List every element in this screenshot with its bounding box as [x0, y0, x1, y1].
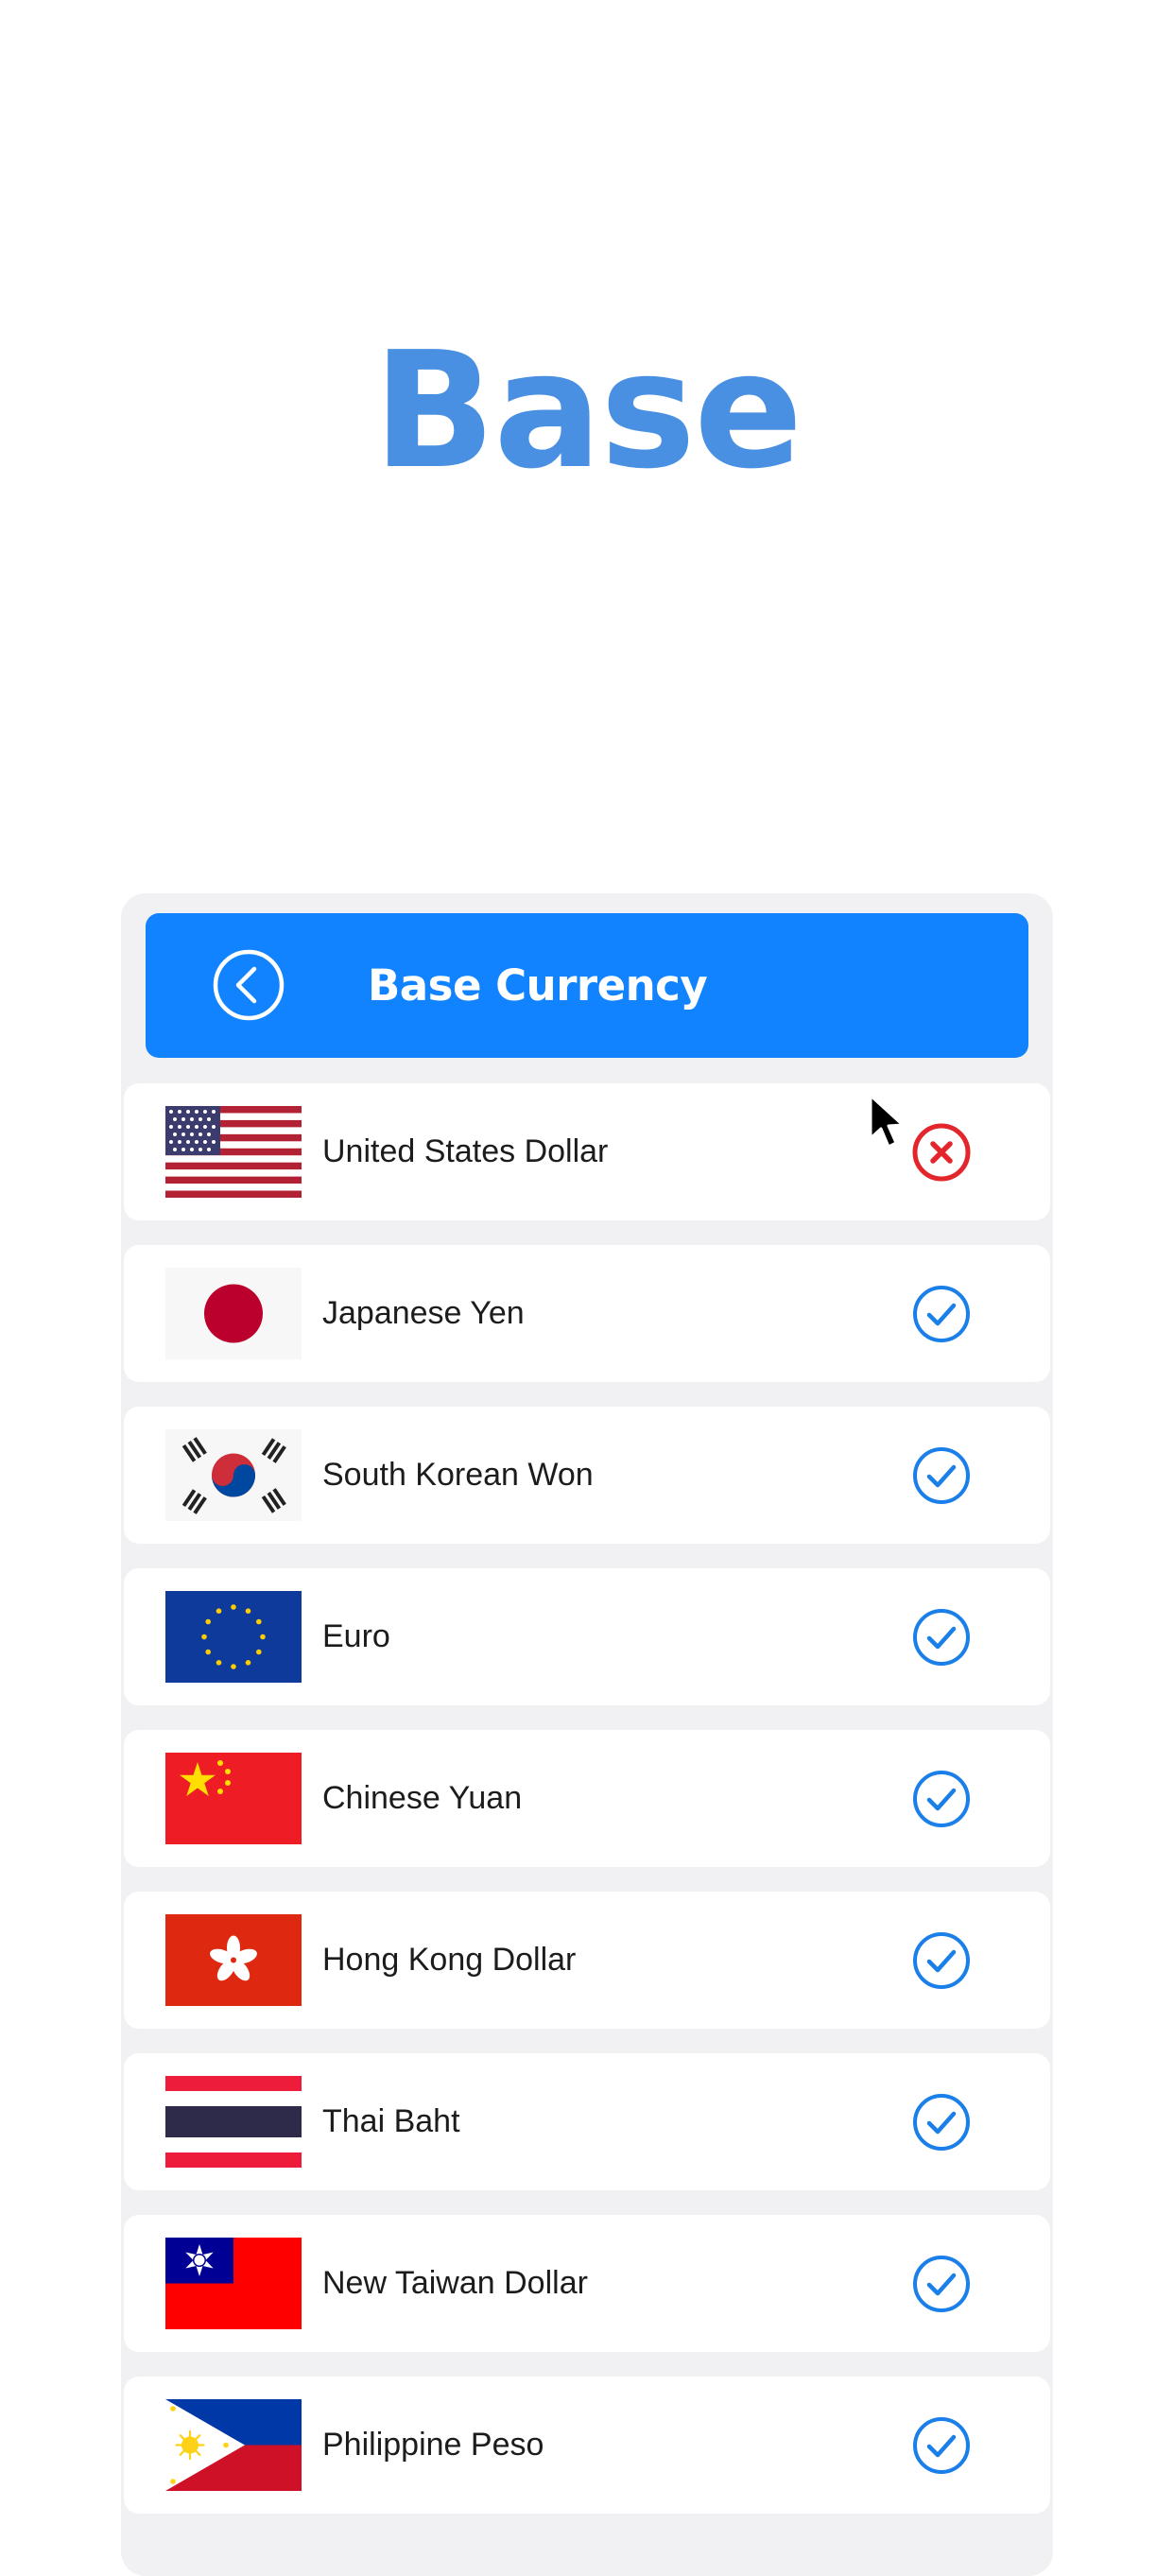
currency-row-cny[interactable]: Chinese Yuan [124, 1730, 1050, 1867]
selected-check[interactable] [911, 1607, 972, 1668]
nav-bar: Base Currency [146, 913, 1028, 1058]
currency-name: Philippine Peso [322, 2427, 544, 2463]
currency-row-hkd[interactable]: Hong Kong Dollar [124, 1892, 1050, 2029]
check-circle-icon [913, 1447, 970, 1504]
china-flag-icon [165, 1753, 302, 1844]
check-circle-icon [913, 1771, 970, 1827]
south-korea-flag-icon [165, 1429, 302, 1521]
selected-check[interactable] [911, 1769, 972, 1829]
back-button[interactable] [212, 948, 285, 1022]
currency-name: Euro [322, 1618, 390, 1654]
currency-row-usd[interactable]: United States Dollar [124, 1083, 1050, 1220]
selected-check[interactable] [911, 1284, 972, 1344]
currency-row-eur[interactable]: Euro [124, 1568, 1050, 1705]
remove-button[interactable] [911, 1122, 972, 1183]
currency-row-jpy[interactable]: Japanese Yen [124, 1245, 1050, 1382]
mouse-pointer-icon [868, 1093, 906, 1151]
philippines-flag-icon [165, 2399, 302, 2491]
thailand-flag-icon [165, 2076, 302, 2168]
currency-panel: Base Currency United States Dollar Japan… [121, 893, 1053, 2576]
currency-row-thb[interactable]: Thai Baht [124, 2053, 1050, 2190]
taiwan-flag-icon [165, 2238, 302, 2329]
hong-kong-flag-icon [165, 1914, 302, 2006]
currency-name: Thai Baht [322, 2103, 460, 2139]
currency-row-krw[interactable]: South Korean Won [124, 1407, 1050, 1544]
eu-flag-icon [165, 1591, 302, 1683]
currency-name: Hong Kong Dollar [322, 1942, 577, 1978]
check-circle-icon [913, 2256, 970, 2312]
nav-title: Base Currency [368, 960, 708, 1011]
check-circle-icon [913, 1286, 970, 1342]
check-circle-icon [913, 1932, 970, 1989]
selected-check[interactable] [911, 2254, 972, 2314]
check-circle-icon [913, 2417, 970, 2474]
japan-flag-icon [165, 1268, 302, 1359]
hero-title: Base [372, 318, 803, 505]
currency-name: Japanese Yen [322, 1295, 525, 1331]
currency-name: Chinese Yuan [322, 1780, 523, 1816]
check-circle-icon [913, 1609, 970, 1666]
currency-name: South Korean Won [322, 1457, 594, 1493]
selected-check[interactable] [911, 1445, 972, 1506]
currency-list: United States Dollar Japanese Yen South … [124, 1083, 1050, 2538]
us-flag-icon [165, 1106, 302, 1198]
selected-check[interactable] [911, 2415, 972, 2476]
selected-check[interactable] [911, 1930, 972, 1991]
selected-check[interactable] [911, 2092, 972, 2152]
currency-name: United States Dollar [322, 1133, 609, 1169]
close-circle-icon [912, 1123, 971, 1182]
currency-row-twd[interactable]: New Taiwan Dollar [124, 2215, 1050, 2352]
currency-name: New Taiwan Dollar [322, 2265, 588, 2301]
currency-row-php[interactable]: Philippine Peso [124, 2377, 1050, 2514]
chevron-left-circle-icon [213, 949, 285, 1021]
check-circle-icon [913, 2094, 970, 2151]
